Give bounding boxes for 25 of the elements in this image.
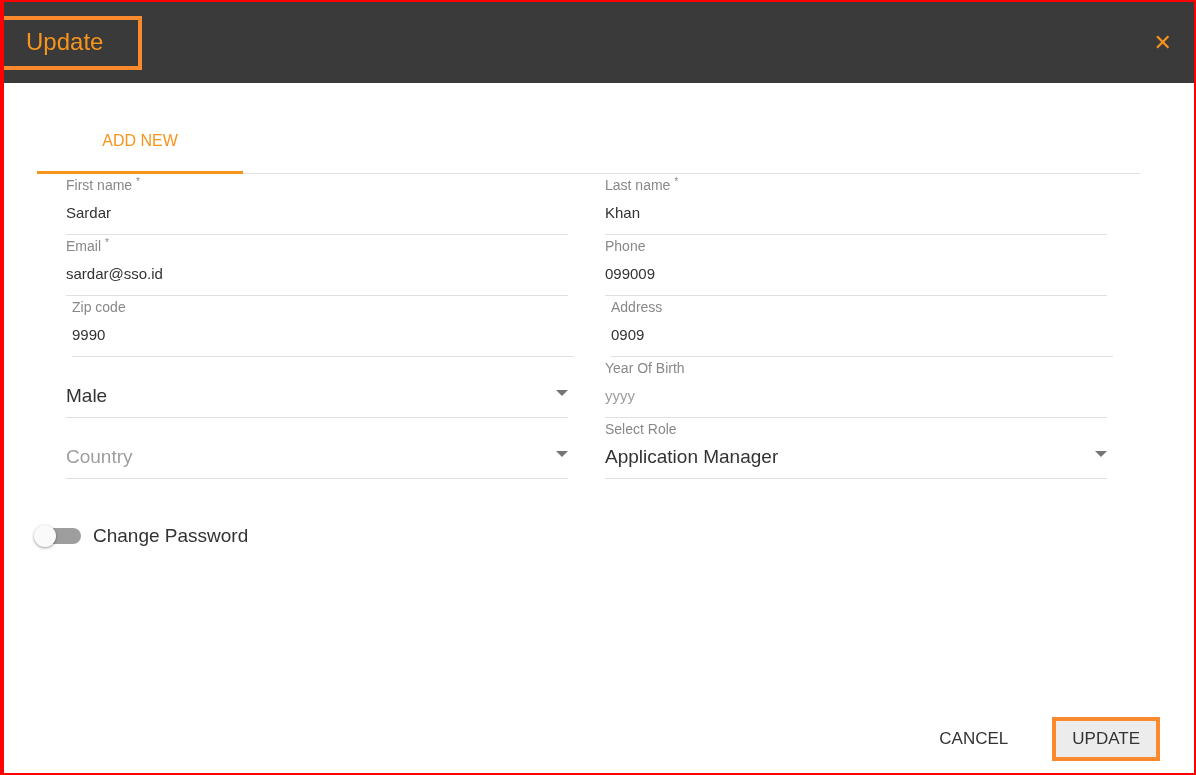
- dialog-button[interactable]: UPDATE: [1052, 717, 1160, 761]
- field-label: Last name $^{*}$: [605, 175, 680, 195]
- input-value[interactable]: Sardar: [66, 204, 112, 221]
- field-label: Zip code: [72, 298, 127, 317]
- input-value[interactable]: sardar@sso.id: [66, 265, 163, 282]
- dropdown-caret-icon[interactable]: [556, 450, 568, 458]
- input-value[interactable]: 0909: [611, 326, 645, 343]
- dropdown-caret-icon[interactable]: [1095, 450, 1107, 458]
- dropdown[interactable]: Application Manager: [605, 440, 1107, 468]
- close-button[interactable]: ✕: [1153, 30, 1172, 55]
- field-label: First name $^{*}$: [66, 175, 141, 195]
- field-label: Phone: [605, 237, 647, 256]
- dialog-button[interactable]: CANCEL: [919, 717, 1029, 761]
- field-label: Select Role: [605, 420, 678, 439]
- field-label: Year Of Birth: [605, 359, 686, 378]
- field-label: Address: [611, 298, 664, 317]
- dropdown-caret-icon[interactable]: [556, 389, 568, 397]
- input-value[interactable]: Khan: [605, 204, 641, 221]
- dialog-title: Update: [4, 15, 143, 70]
- toggle-label: Change Password: [93, 525, 249, 547]
- toggle-switch[interactable]: [37, 528, 81, 544]
- field-label: Email $^{*}$: [66, 236, 110, 256]
- input-value[interactable]: 099009: [605, 265, 656, 282]
- dropdown[interactable]: Male: [66, 357, 568, 407]
- input-value[interactable]: 9990: [72, 326, 106, 343]
